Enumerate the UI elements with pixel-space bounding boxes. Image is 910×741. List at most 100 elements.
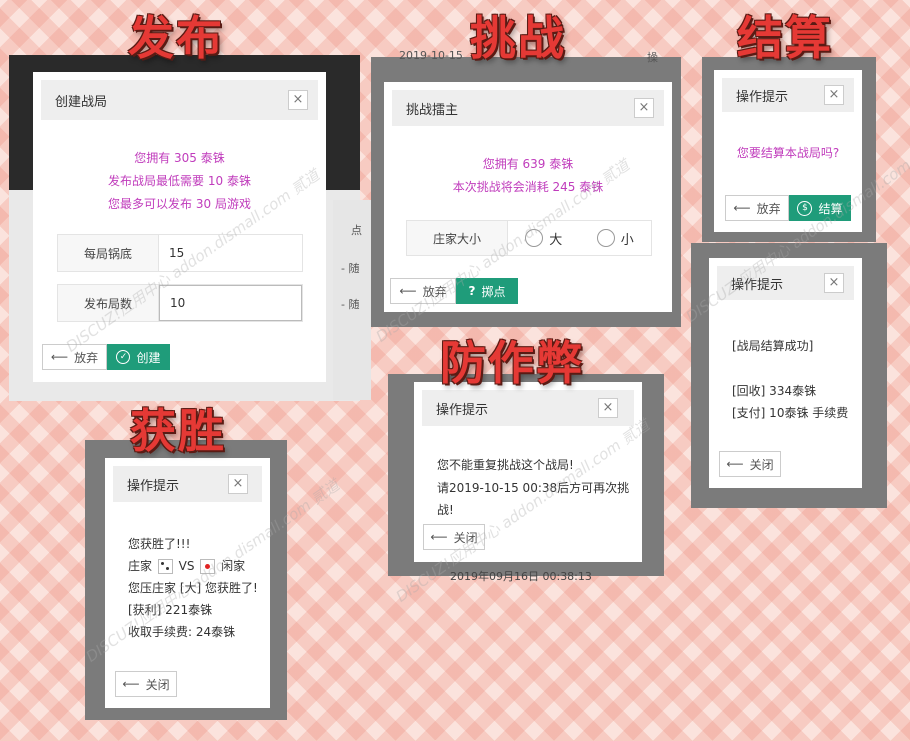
- count-input[interactable]: 10: [159, 285, 302, 321]
- close-icon[interactable]: ×: [228, 474, 248, 494]
- challenge-msg-line2: 本次挑战将会消耗 245 泰铢: [452, 180, 604, 194]
- anticheat-dialog-title: 操作提示: [436, 402, 489, 418]
- label-challenge: 挑战: [470, 11, 566, 65]
- arrow-left-icon: ⟵: [726, 457, 744, 471]
- arrow-left-icon: ⟵: [122, 677, 140, 691]
- publish-msg-line1: 您拥有 305 泰铢: [134, 151, 225, 165]
- choice-label: 庄家大小: [407, 221, 508, 255]
- publish-form: 每局锅底 15 发布局数 10: [57, 234, 303, 322]
- settle-result-line2: [回收] 334泰铢: [732, 384, 817, 398]
- challenge-dialog-title: 挑战擂主: [406, 102, 459, 118]
- radio-small[interactable]: 小: [596, 229, 634, 248]
- challenge-choice-row: 庄家大小 大 小: [406, 220, 652, 256]
- label-settle: 结算: [737, 11, 833, 65]
- radio-circle-icon: [525, 229, 544, 247]
- dice-two-icon: [157, 559, 173, 574]
- settle-dialog-header: 操作提示 ×: [722, 78, 854, 112]
- settle-dialog: 操作提示 × 您要结算本战局吗? ⟵ 放弃 $ 结算: [714, 70, 862, 232]
- challenge-cancel-label: 放弃: [422, 284, 447, 299]
- publish-row-count: 发布局数 10: [57, 284, 303, 322]
- publish-create-label: 创建: [136, 350, 161, 365]
- anticheat-close-button[interactable]: ⟵ 关闭: [423, 524, 485, 550]
- settle-result-close-label: 关闭: [749, 457, 774, 472]
- challenge-dialog: 挑战擂主 × 您拥有 639 泰铢 本次挑战将会消耗 245 泰铢 庄家大小 大…: [384, 82, 672, 312]
- settle-cancel-label: 放弃: [756, 201, 781, 216]
- publish-msg-line2: 发布战局最低需要 10 泰铢: [108, 174, 251, 188]
- anticheat-line1: 您不能重复挑战这个战局!: [437, 458, 574, 472]
- bg-list-strip: 点 - 随 - 随: [333, 200, 371, 400]
- bg-top-date: 2019-10-15: [399, 49, 463, 62]
- settle-submit-button[interactable]: $ 结算: [789, 195, 851, 221]
- close-icon[interactable]: ×: [824, 273, 844, 293]
- win-close-label: 关闭: [145, 677, 170, 692]
- settle-result-header: 操作提示 ×: [717, 266, 854, 300]
- bg-bottom-date: 2019年09月16日 00:38:13: [450, 570, 592, 583]
- close-icon[interactable]: ×: [634, 98, 654, 118]
- dollar-circle-icon: $: [797, 200, 813, 216]
- publish-dialog: 创建战局 × 您拥有 305 泰铢 发布战局最低需要 10 泰铢 您最多可以发布…: [33, 72, 326, 382]
- close-icon[interactable]: ×: [598, 398, 618, 418]
- settle-result-line1: [战局结算成功]: [732, 339, 814, 353]
- win-dice-row: 庄家 VS 闲家: [128, 555, 245, 577]
- settle-msg: 您要结算本战局吗?: [736, 146, 840, 160]
- pot-label: 每局锅底: [58, 235, 159, 271]
- radio-small-label: 小: [620, 232, 634, 248]
- radio-big[interactable]: 大: [525, 229, 562, 248]
- challenge-roll-button[interactable]: ? 掷点: [456, 278, 518, 304]
- anticheat-close-label: 关闭: [453, 530, 478, 545]
- win-dialog: 操作提示 × 您获胜了!!! 庄家 VS 闲家 您压庄家 [大] 您获胜了! […: [105, 458, 270, 708]
- publish-msg-line3: 您最多可以发布 30 局游戏: [108, 197, 251, 211]
- bg-row-sui2: - 随: [341, 298, 360, 311]
- label-publish: 发布: [128, 11, 224, 65]
- count-label: 发布局数: [58, 285, 159, 321]
- anticheat-dialog: 操作提示 × 您不能重复挑战这个战局! 请2019-10-15 00:38后方可…: [414, 382, 642, 562]
- arrow-left-icon: ⟵: [430, 530, 448, 544]
- pot-input[interactable]: 15: [159, 235, 302, 271]
- publish-dialog-header: 创建战局 ×: [41, 80, 318, 120]
- close-icon[interactable]: ×: [288, 90, 308, 110]
- radio-circle-icon: [596, 229, 615, 247]
- challenge-msg-line1: 您拥有 639 泰铢: [482, 157, 574, 171]
- publish-dialog-title: 创建战局: [55, 94, 108, 110]
- choice-options: 大 小: [508, 221, 651, 255]
- bg-col-dian: 点: [351, 224, 362, 237]
- settle-result-close-button[interactable]: ⟵ 关闭: [719, 451, 781, 477]
- win-close-button[interactable]: ⟵ 关闭: [115, 671, 177, 697]
- anticheat-dialog-header: 操作提示 ×: [422, 390, 634, 426]
- anticheat-line2: 请2019-10-15 00:38后方可再次挑战!: [437, 481, 630, 517]
- settle-submit-label: 结算: [818, 201, 843, 216]
- bg-top-right: 操: [647, 51, 658, 64]
- publish-row-pot: 每局锅底 15: [57, 234, 303, 272]
- challenge-dialog-header: 挑战擂主 ×: [392, 90, 664, 126]
- radio-big-label: 大: [549, 232, 563, 248]
- win-dialog-header: 操作提示 ×: [113, 466, 262, 502]
- arrow-left-icon: ⟵: [50, 350, 69, 364]
- settle-result-line3: [支付] 10泰铢 手续费: [732, 406, 849, 420]
- win-line1: 您获胜了!!!: [128, 537, 191, 551]
- win-player-label: 闲家: [221, 559, 246, 573]
- label-win: 获胜: [130, 404, 226, 458]
- publish-create-button[interactable]: ✓ 创建: [107, 344, 170, 370]
- bg-row-sui1: - 随: [341, 262, 360, 275]
- win-line4: [获利] 221泰铢: [128, 603, 213, 617]
- arrow-left-icon: ⟵: [733, 201, 751, 215]
- settle-result-dialog: 操作提示 × [战局结算成功] [回收] 334泰铢 [支付] 10泰铢 手续费…: [709, 258, 862, 488]
- win-banker-label: 庄家: [128, 559, 153, 573]
- challenge-roll-label: 掷点: [481, 284, 506, 299]
- win-dialog-title: 操作提示: [127, 478, 180, 494]
- challenge-cancel-button[interactable]: ⟵ 放弃: [390, 278, 456, 304]
- label-anticheat: 防作弊: [440, 336, 584, 390]
- check-circle-icon: ✓: [116, 350, 131, 364]
- close-icon[interactable]: ×: [824, 85, 844, 105]
- win-vs-label: VS: [178, 559, 195, 573]
- settle-cancel-button[interactable]: ⟵ 放弃: [725, 195, 789, 221]
- dice-one-icon: [200, 559, 216, 574]
- publish-cancel-button[interactable]: ⟵ 放弃: [42, 344, 107, 370]
- publish-cancel-label: 放弃: [74, 350, 99, 365]
- arrow-left-icon: ⟵: [399, 284, 417, 298]
- question-icon: ?: [468, 284, 476, 298]
- win-line3: 您压庄家 [大] 您获胜了!: [128, 581, 258, 595]
- settle-dialog-title: 操作提示: [736, 89, 789, 105]
- win-line5: 收取手续费: 24泰铢: [128, 625, 236, 639]
- settle-result-title: 操作提示: [731, 277, 784, 293]
